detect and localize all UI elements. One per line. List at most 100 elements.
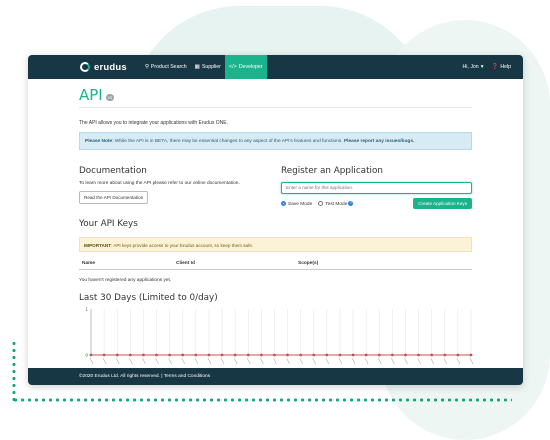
nav-developer-label: Developer	[238, 64, 263, 70]
top-navbar: erudus ⚲ Product Search ▦ Supplier </> D…	[28, 55, 523, 79]
chart-point	[430, 353, 434, 357]
chart-x-tick-label	[129, 357, 133, 365]
chart-point	[325, 353, 329, 357]
terms-link[interactable]: Terms and Conditions	[164, 374, 210, 379]
chart-x-tick-label	[115, 357, 120, 365]
chart-point	[351, 353, 355, 357]
documentation-heading: Documentation	[79, 166, 147, 176]
chart-x-tick-label	[273, 357, 277, 365]
chart-x-tick-label	[378, 357, 382, 365]
documentation-text: To learn more about using the API please…	[79, 181, 240, 186]
chart-x-tick-label	[456, 357, 461, 365]
documentation-section: Documentation To learn more about using …	[79, 166, 269, 209]
question-circle-icon: ❓	[491, 64, 499, 70]
mode-radios: Save Mode Test Mode?	[281, 200, 354, 207]
api-keys-heading: Your API Keys	[79, 219, 138, 229]
nav-developer[interactable]: </> Developer	[224, 55, 267, 79]
help-link[interactable]: ❓ Help	[487, 55, 515, 79]
column-scopes: Scope(s)	[298, 261, 319, 266]
chart-x-tick-label	[312, 357, 317, 365]
user-menu[interactable]: Hi, Jon ▾	[459, 55, 488, 79]
chart-x-tick-label	[286, 357, 290, 365]
register-section: Register an Application Save Mode Test M…	[281, 166, 472, 209]
app-name-input[interactable]	[281, 181, 472, 194]
title-divider	[79, 107, 472, 108]
chart-x-tick-label	[194, 357, 199, 365]
note-label: Please Note	[85, 139, 113, 144]
chart-point	[456, 353, 460, 357]
info-icon[interactable]: ?	[348, 201, 354, 207]
test-mode-label: Test Mode	[325, 201, 348, 207]
help-label: Help	[500, 64, 511, 70]
footer-separator: |	[161, 374, 163, 379]
chart-point	[102, 353, 106, 357]
chart-x-tick-label	[142, 357, 146, 365]
chart-point	[207, 353, 211, 357]
chart-point	[364, 353, 368, 357]
save-mode-label: Save Mode	[288, 201, 313, 207]
chart-x-tick-label	[102, 357, 107, 365]
chart-x-tick-label	[168, 357, 172, 365]
chart-point	[89, 353, 93, 357]
nav-supplier[interactable]: ▦ Supplier	[191, 55, 225, 79]
test-mode-radio[interactable]	[318, 200, 324, 206]
chart-y-tick-label: 0	[85, 353, 88, 358]
version-badge: v1	[105, 94, 115, 101]
chart-point	[312, 353, 316, 357]
chart-point	[273, 353, 276, 357]
warning-label: IMPORTANT	[84, 243, 111, 248]
code-icon: </>	[228, 64, 237, 70]
mode-row: Save Mode Test Mode? Create Application …	[281, 198, 472, 209]
search-icon: ⚲	[144, 64, 149, 70]
chart-point	[168, 353, 172, 357]
chart-x-tick-label	[417, 357, 421, 365]
decorative-dots-vertical	[12, 340, 16, 402]
chart-point	[469, 353, 473, 357]
note-text: : While the API is in BETA, there may be…	[112, 139, 343, 144]
chart-x-tick-label	[89, 357, 94, 365]
nav-product-search-label: Product Search	[150, 64, 187, 70]
chart-point	[390, 353, 394, 357]
chart-point	[443, 353, 447, 357]
read-docs-button[interactable]: Read the API Documentation	[79, 191, 149, 204]
chart-y-tick-label: 1	[85, 307, 88, 312]
chart-point	[246, 353, 250, 357]
column-name: Name	[82, 261, 96, 266]
usage-chart-svg: 01	[85, 307, 474, 365]
chart-point	[220, 353, 224, 357]
chart-point	[128, 353, 132, 357]
chart-x-tick-label	[325, 357, 330, 365]
caret-down-icon: ▾	[480, 64, 484, 70]
report-issues-link[interactable]: Please report any issues/bugs.	[344, 139, 414, 144]
chart-x-tick-label	[299, 357, 303, 365]
footer: ©2020 Erudus Ltd. All rights reserved. |…	[28, 368, 523, 385]
empty-keys-message: You haven't registered any applications …	[79, 278, 172, 283]
save-mode-radio[interactable]	[281, 200, 286, 206]
logo-mark-icon	[80, 62, 90, 72]
nav-product-search[interactable]: ⚲ Product Search	[141, 55, 191, 79]
chart-x-tick-label	[404, 357, 408, 365]
create-keys-button[interactable]: Create Application Keys	[413, 198, 472, 209]
erudus-logo[interactable]: erudus	[80, 62, 127, 73]
chart-x-tick-label	[430, 357, 434, 365]
user-greeting: Hi, Jon	[462, 64, 479, 70]
test-mode-option[interactable]: Test Mode?	[318, 200, 354, 207]
chart-point	[115, 353, 119, 357]
two-columns: Documentation To learn more about using …	[79, 166, 472, 209]
chart-x-tick-label	[233, 357, 238, 365]
nav-supplier-label: Supplier	[201, 64, 221, 70]
chart-point	[286, 353, 289, 357]
chart-x-tick-label	[364, 357, 369, 365]
chart-x-tick-label	[181, 357, 185, 365]
important-alert: IMPORTANT: API keys provide access to yo…	[79, 237, 472, 252]
chart-point	[299, 353, 303, 357]
save-mode-option[interactable]: Save Mode	[281, 200, 313, 207]
chart-x-tick-label	[469, 357, 474, 365]
chart-x-tick-label	[260, 357, 264, 365]
chart-x-tick-label	[391, 357, 395, 365]
chart-point	[338, 353, 342, 357]
chart-point	[377, 353, 381, 357]
beta-note: Please Note: While the API is in BETA, t…	[79, 132, 472, 150]
chart-x-tick-label	[220, 357, 225, 365]
register-heading: Register an Application	[281, 166, 383, 176]
